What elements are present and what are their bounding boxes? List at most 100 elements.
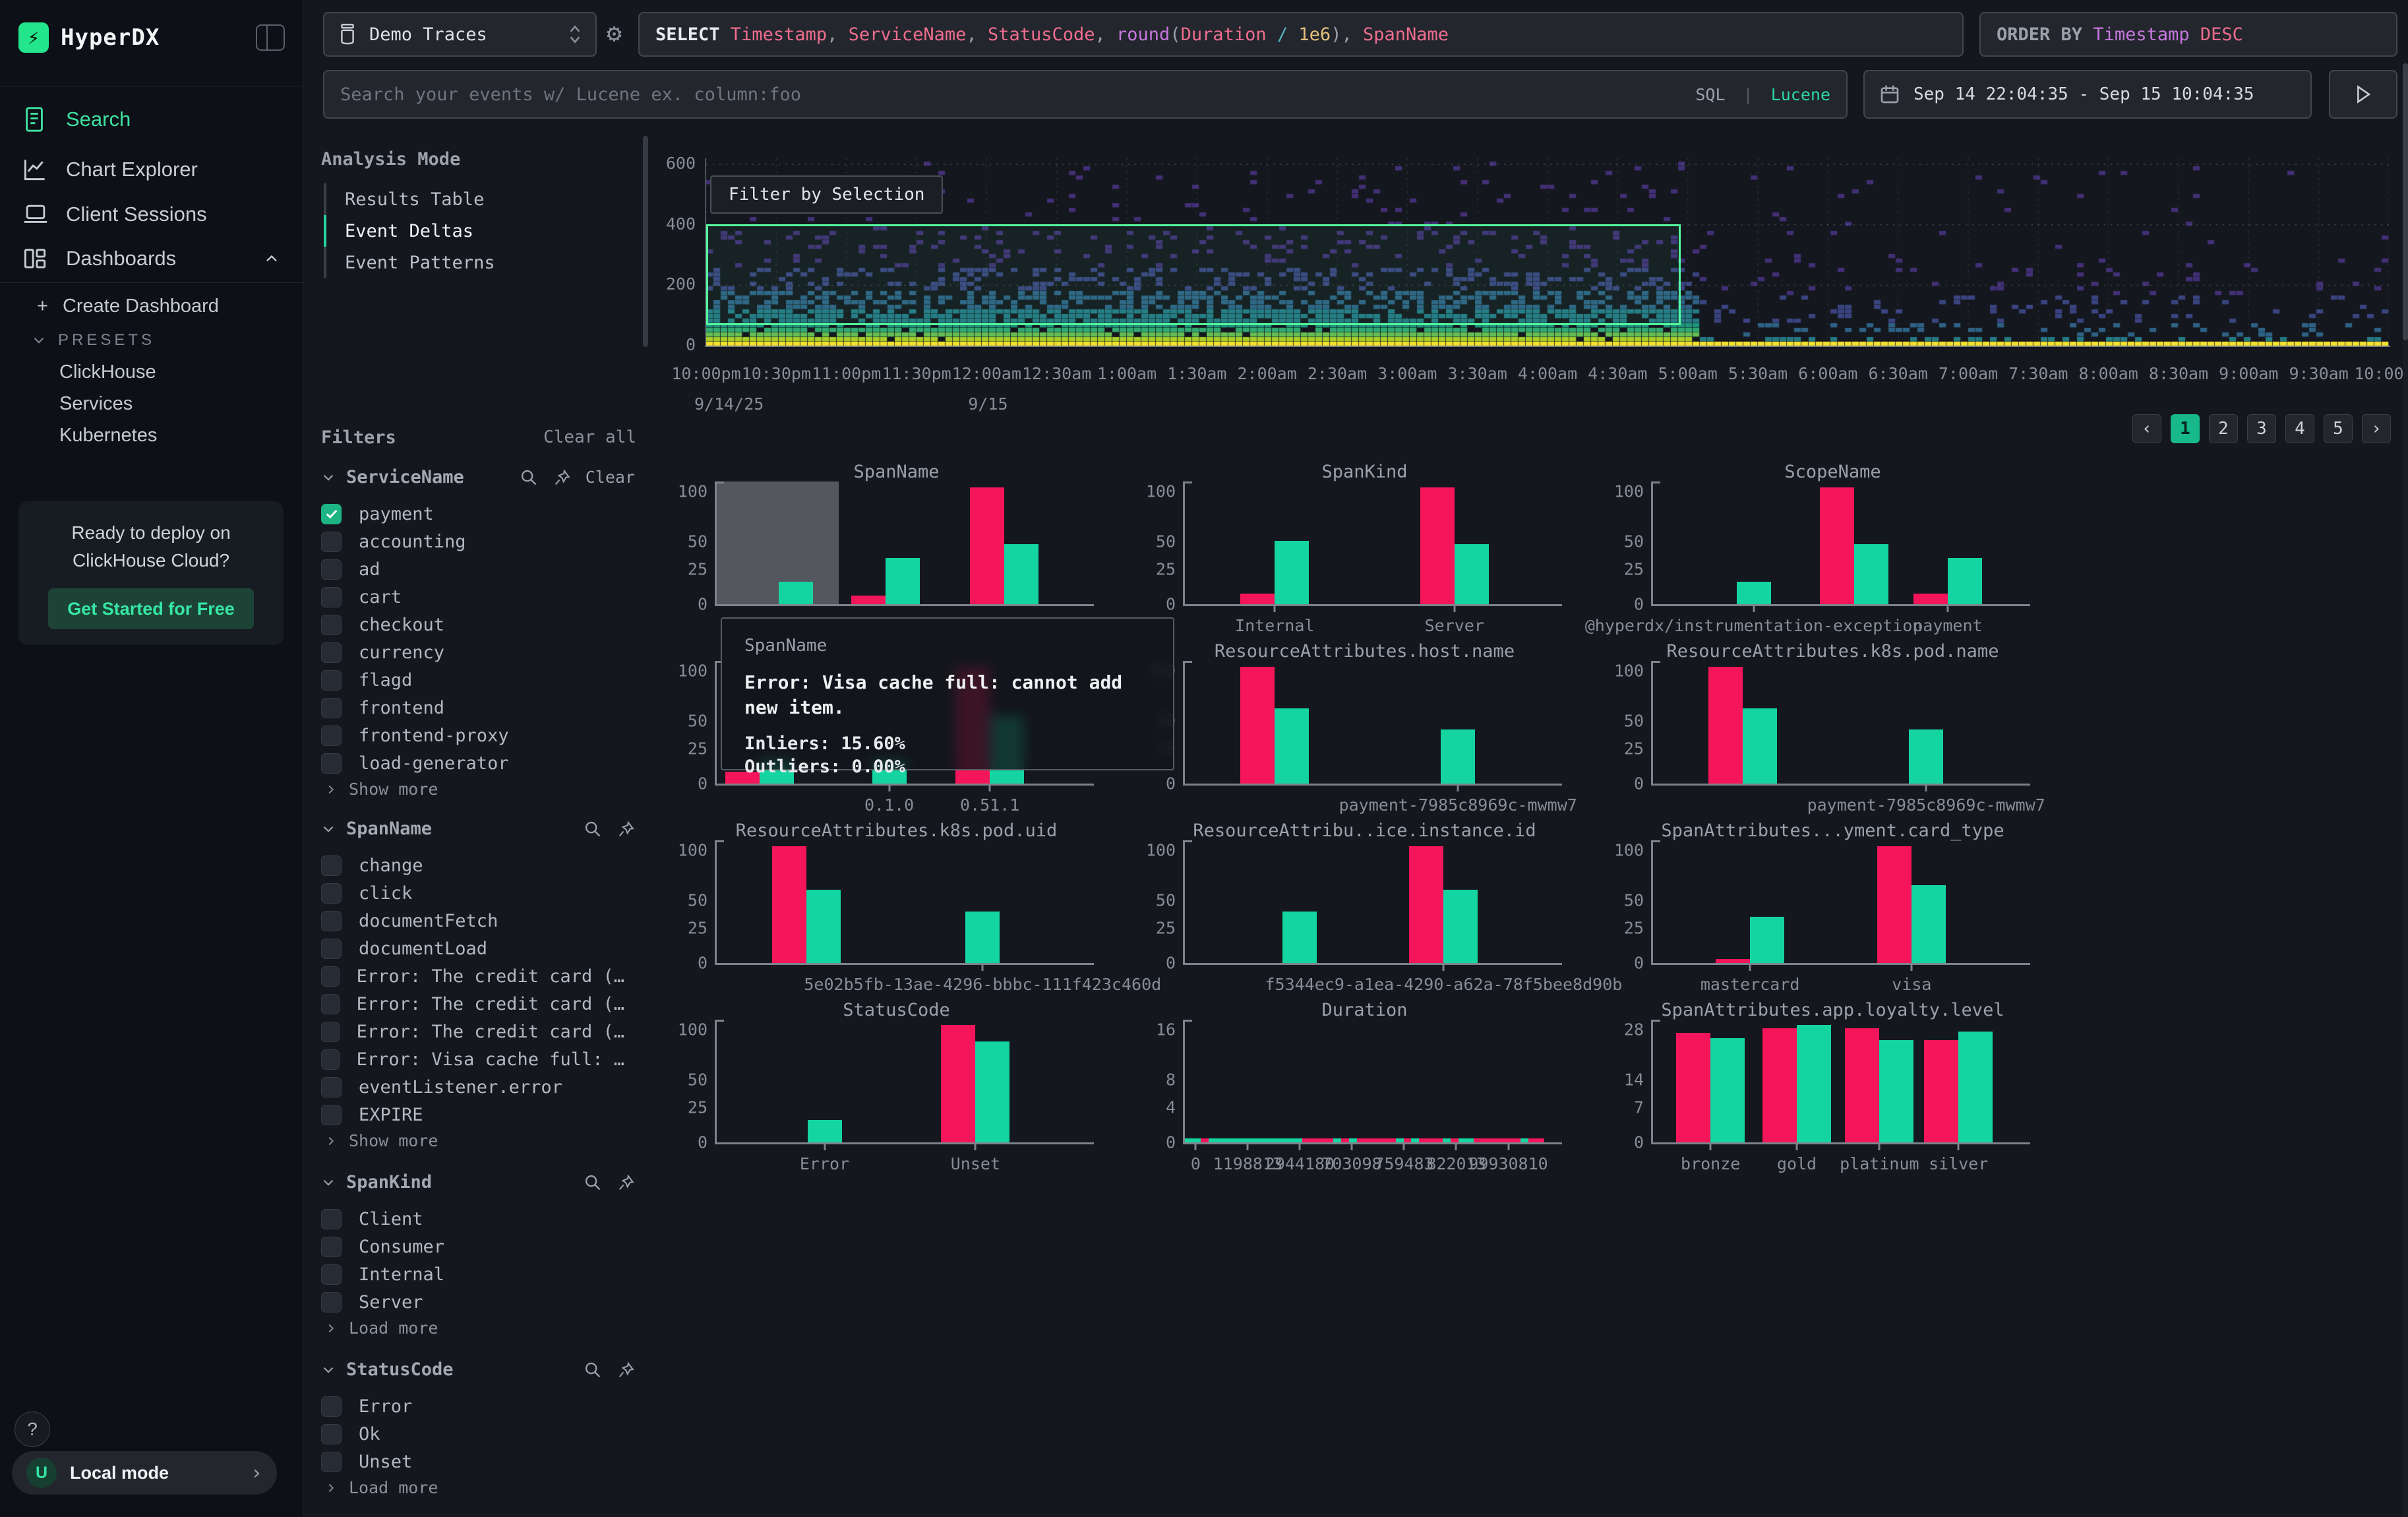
show-more-servicename[interactable]: Show more — [324, 780, 438, 799]
checkbox[interactable] — [321, 1105, 342, 1125]
pin-icon[interactable] — [617, 1173, 635, 1192]
orderby-query-input[interactable]: ORDER BY Timestamp DESC — [1979, 12, 2397, 57]
checkbox[interactable] — [321, 1049, 340, 1070]
pagination-next[interactable]: › — [2362, 414, 2391, 443]
analysis-mode-event-deltas[interactable]: Event Deltas — [324, 215, 614, 247]
filter-option-change[interactable]: change — [321, 851, 624, 879]
filter-option-ad[interactable]: ad — [321, 555, 624, 583]
search-icon[interactable] — [520, 468, 538, 487]
search-icon[interactable] — [584, 820, 602, 838]
filter-option-eventlistener-error[interactable]: eventListener.error — [321, 1073, 624, 1101]
clear-all-button[interactable]: Clear all — [543, 427, 636, 447]
search-icon[interactable] — [584, 1173, 602, 1192]
panel-scrollbar[interactable] — [643, 136, 648, 347]
search-input[interactable]: Search your events w/ Lucene ex. column:… — [323, 70, 1848, 119]
filter-by-selection-button[interactable]: Filter by Selection — [710, 175, 943, 214]
filter-option-checkout[interactable]: checkout — [321, 611, 624, 638]
checkbox[interactable] — [321, 1452, 342, 1472]
filter-option-documentload[interactable]: documentLoad — [321, 935, 624, 962]
checkbox[interactable] — [321, 966, 340, 987]
sidebar-collapse-icon[interactable] — [256, 24, 285, 51]
local-mode-pill[interactable]: U Local mode › — [12, 1451, 277, 1495]
filter-option-load-generator[interactable]: load-generator — [321, 749, 624, 777]
filter-option-server[interactable]: Server — [321, 1288, 624, 1316]
select-query-input[interactable]: SELECT Timestamp, ServiceName, StatusCod… — [638, 12, 1964, 57]
checkbox[interactable] — [321, 532, 342, 552]
filter-group-header-servicename[interactable]: ServiceNameClear — [320, 467, 635, 487]
checkbox[interactable] — [321, 855, 342, 876]
checkbox[interactable] — [321, 883, 342, 904]
heatmap-selection[interactable] — [706, 224, 1681, 325]
filter-option-flagd[interactable]: flagd — [321, 666, 624, 694]
filter-option-frontend[interactable]: frontend — [321, 694, 624, 722]
sidebar-item-search[interactable]: Search — [0, 99, 303, 140]
filter-option-documentfetch[interactable]: documentFetch — [321, 907, 624, 935]
filter-option-unset[interactable]: Unset — [321, 1448, 624, 1475]
checkbox[interactable] — [321, 1396, 342, 1417]
date-range-picker[interactable]: Sep 14 22:04:35 - Sep 15 10:04:35 — [1863, 70, 2312, 119]
gear-icon[interactable]: ⚙ — [607, 18, 622, 47]
checkbox[interactable] — [321, 726, 342, 746]
language-toggle[interactable]: SQL | Lucene — [1695, 85, 1830, 104]
pin-icon[interactable] — [617, 820, 635, 838]
filter-option-payment[interactable]: payment — [321, 500, 624, 528]
filter-option-currency[interactable]: currency — [321, 638, 624, 666]
pagination-page-1[interactable]: 1 — [2171, 414, 2200, 443]
filter-group-header-spankind[interactable]: SpanKind — [320, 1172, 635, 1192]
run-query-button[interactable] — [2329, 70, 2397, 119]
sidebar-item-services[interactable]: Services — [59, 393, 133, 415]
get-started-button[interactable]: Get Started for Free — [48, 588, 254, 629]
pagination-page-4[interactable]: 4 — [2285, 414, 2314, 443]
checkbox[interactable] — [321, 615, 342, 635]
checkbox[interactable] — [321, 1209, 342, 1229]
filter-group-header-statuscode[interactable]: StatusCode — [320, 1359, 635, 1380]
sidebar-item-client-sessions[interactable]: Client Sessions — [0, 194, 303, 235]
source-select[interactable]: Demo Traces — [323, 12, 597, 57]
pagination-prev[interactable]: ‹ — [2132, 414, 2161, 443]
sidebar-item-dashboards[interactable]: Dashboards — [0, 238, 303, 279]
checkbox[interactable] — [321, 504, 342, 524]
presets-toggle[interactable]: PRESETS — [30, 331, 155, 350]
page-scrollbar[interactable] — [2403, 63, 2408, 1517]
sidebar-item-kubernetes[interactable]: Kubernetes — [59, 425, 157, 447]
sidebar-item-clickhouse[interactable]: ClickHouse — [59, 361, 156, 383]
filter-option-error[interactable]: Error — [321, 1392, 624, 1420]
checkbox[interactable] — [321, 1292, 342, 1313]
filter-group-header-spanname[interactable]: SpanName — [320, 819, 635, 839]
pin-icon[interactable] — [617, 1361, 635, 1379]
filter-group-clear[interactable]: Clear — [586, 468, 635, 487]
checkbox[interactable] — [321, 911, 342, 931]
pagination-page-3[interactable]: 3 — [2247, 414, 2276, 443]
checkbox[interactable] — [321, 559, 342, 580]
create-dashboard-button[interactable]: +Create Dashboard — [37, 295, 219, 317]
checkbox[interactable] — [321, 642, 342, 663]
search-icon[interactable] — [584, 1361, 602, 1379]
filter-option-error-the-credit-card-[interactable]: Error: The credit card (… — [321, 1018, 624, 1045]
filter-option-client[interactable]: Client — [321, 1205, 624, 1233]
filter-option-cart[interactable]: cart — [321, 583, 624, 611]
checkbox[interactable] — [321, 994, 340, 1014]
filter-option-error-the-credit-card-[interactable]: Error: The credit card (… — [321, 962, 624, 990]
filter-option-frontend-proxy[interactable]: frontend-proxy — [321, 722, 624, 749]
filter-option-error-the-credit-card-[interactable]: Error: The credit card (… — [321, 990, 624, 1018]
checkbox[interactable] — [321, 1424, 342, 1444]
analysis-mode-event-patterns[interactable]: Event Patterns — [324, 247, 614, 278]
load-more-statuscode[interactable]: Load more — [324, 1478, 438, 1497]
sidebar-item-chart-explorer[interactable]: Chart Explorer — [0, 149, 303, 190]
filter-option-accounting[interactable]: accounting — [321, 528, 624, 555]
filter-option-ok[interactable]: Ok — [321, 1420, 624, 1448]
load-more-spankind[interactable]: Load more — [324, 1318, 438, 1338]
filter-option-error-visa-cache-full-[interactable]: Error: Visa cache full: … — [321, 1045, 624, 1073]
checkbox[interactable] — [321, 1077, 342, 1098]
checkbox[interactable] — [321, 939, 342, 959]
filter-option-click[interactable]: click — [321, 879, 624, 907]
filter-option-internal[interactable]: Internal — [321, 1260, 624, 1288]
checkbox[interactable] — [321, 698, 342, 718]
checkbox[interactable] — [321, 1237, 342, 1257]
show-more-spanname[interactable]: Show more — [324, 1131, 438, 1150]
checkbox[interactable] — [321, 587, 342, 607]
help-button[interactable]: ? — [15, 1411, 50, 1447]
pagination-page-2[interactable]: 2 — [2209, 414, 2238, 443]
checkbox[interactable] — [321, 670, 342, 691]
pagination-page-5[interactable]: 5 — [2324, 414, 2353, 443]
